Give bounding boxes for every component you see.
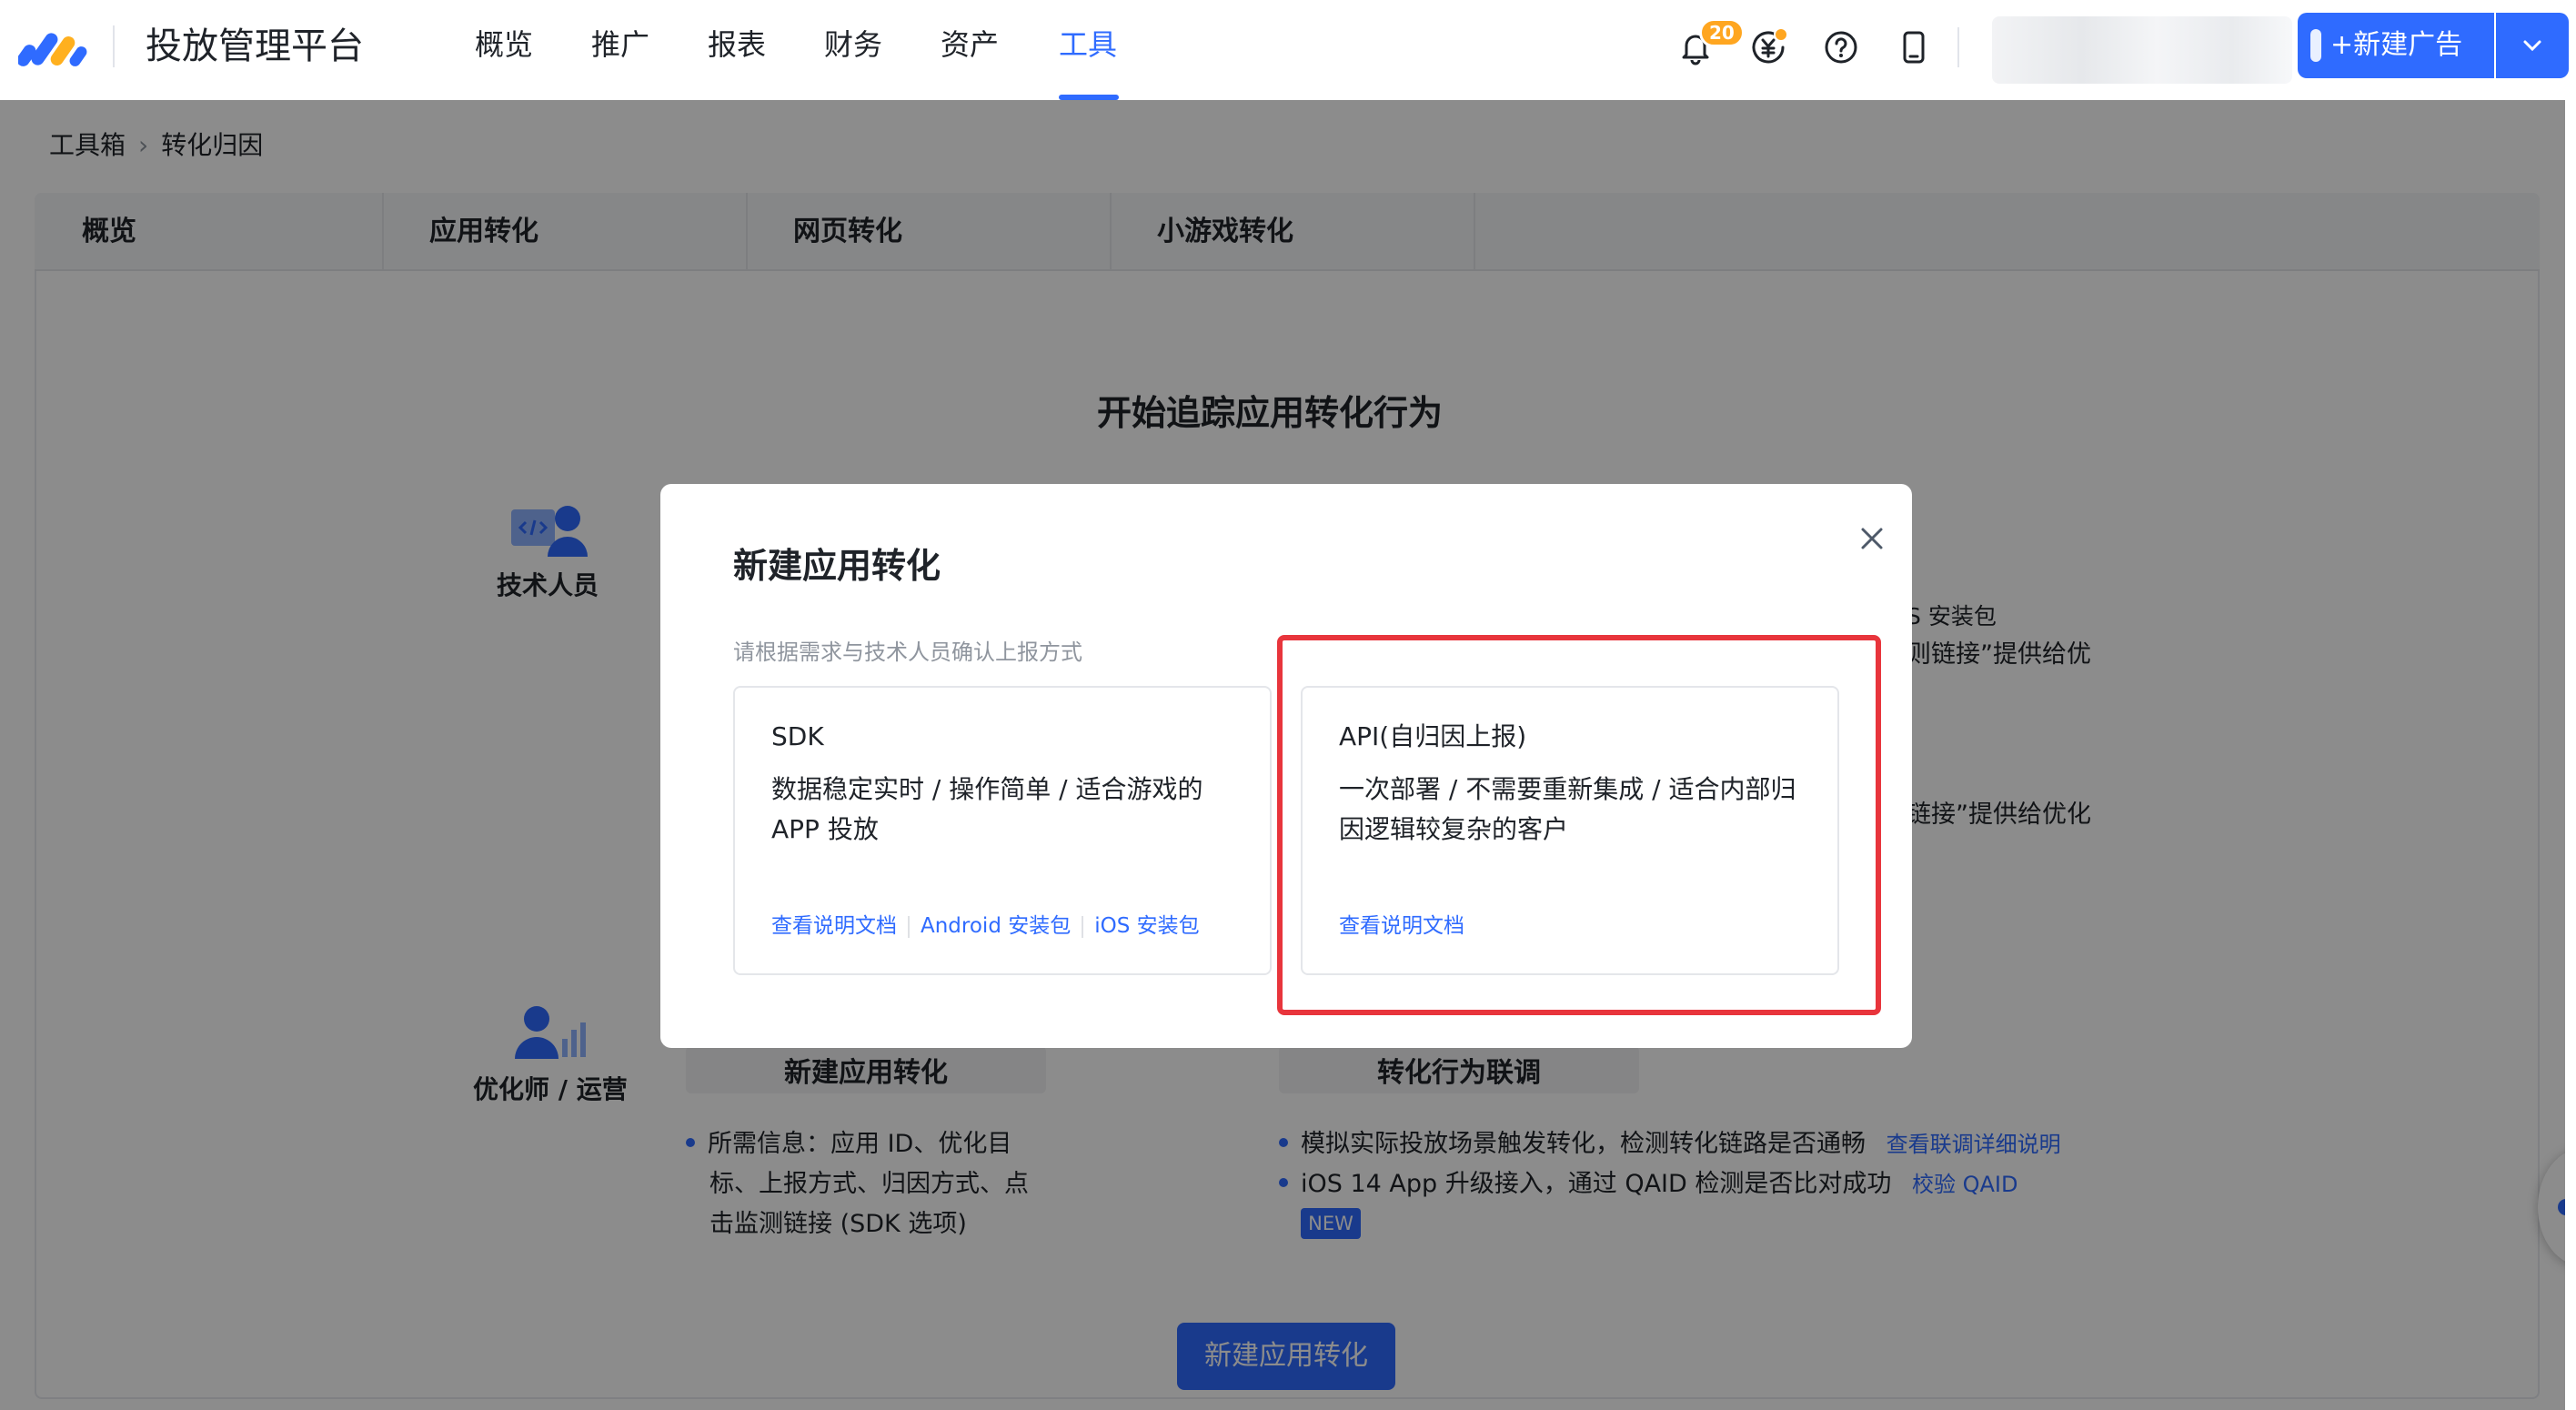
account-info-blurred[interactable]	[1992, 16, 2292, 84]
help-circle-icon[interactable]	[1819, 25, 1863, 69]
link-divider	[1082, 915, 1084, 938]
nav-tab-promotion[interactable]: 推广	[591, 24, 649, 65]
link-divider	[908, 915, 910, 938]
option-card-sdk[interactable]: SDK 数据稳定实时 / 操作简单 / 适合游戏的 APP 投放 查看说明文档 A…	[733, 686, 1272, 975]
brand-logo-icon[interactable]	[18, 25, 89, 69]
page-scroll-edge	[2565, 100, 2576, 1410]
sdk-doc-link[interactable]: 查看说明文档	[771, 914, 897, 938]
nav-tab-tools[interactable]: 工具	[1059, 24, 1117, 65]
chevron-down-icon	[2523, 40, 2541, 52]
modal-title: 新建应用转化	[733, 546, 941, 586]
new-ad-dropdown-button[interactable]	[2496, 13, 2569, 78]
option-description: 数据稳定实时 / 操作简单 / 适合游戏的 APP 投放	[771, 770, 1244, 850]
notification-badge: 20	[1699, 18, 1745, 47]
nav-tab-assets[interactable]: 资产	[941, 24, 999, 65]
option-title: SDK	[771, 721, 824, 751]
brand-name: 投放管理平台	[146, 25, 364, 67]
header-divider	[1957, 27, 1959, 67]
option-description-line: 数据稳定实时 / 操作简单 / 适合游戏的	[771, 774, 1203, 804]
nav-tab-reports[interactable]: 报表	[708, 24, 766, 65]
ios-package-link[interactable]: iOS 安装包	[1094, 914, 1199, 938]
close-icon[interactable]	[1854, 520, 1890, 557]
api-option-highlight-box	[1277, 635, 1881, 1015]
option-links: 查看说明文档 Android 安装包 iOS 安装包	[771, 911, 1200, 941]
mobile-icon[interactable]	[1892, 25, 1936, 69]
top-navigation-bar: 投放管理平台 概览 推广 报表 财务 资产 工具 20 +新建广告	[0, 0, 2576, 100]
nav-tab-overview[interactable]: 概览	[475, 24, 533, 65]
nav-tab-finance[interactable]: 财务	[824, 24, 882, 65]
option-description-line: APP 投放	[771, 814, 879, 844]
coin-status-dot	[1774, 27, 1788, 42]
modal-hint: 请根据需求与技术人员确认上报方式	[733, 640, 1082, 665]
android-package-link[interactable]: Android 安装包	[921, 914, 1071, 938]
brand-divider	[113, 25, 115, 67]
new-ad-button[interactable]: +新建广告	[2298, 13, 2494, 78]
